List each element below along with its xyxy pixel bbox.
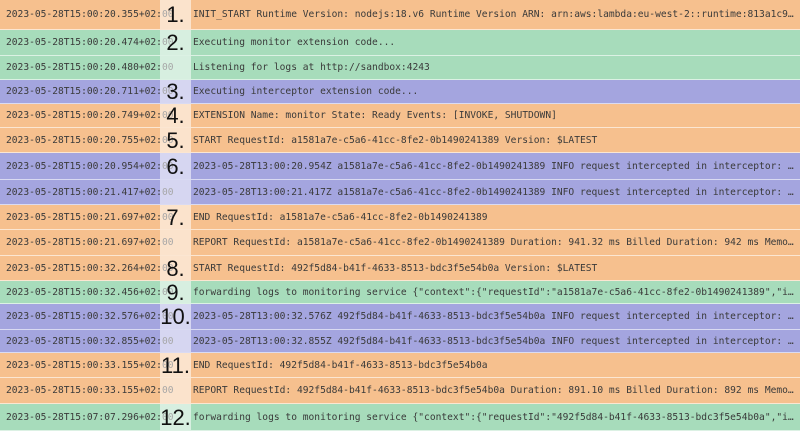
- log-row: 2023-05-28T15:00:32.576+02:00 2023-05-28T…: [0, 304, 800, 330]
- step-gutter: [160, 378, 191, 403]
- log-timestamp: 2023-05-28T15:07:07.296+02:00: [6, 411, 174, 423]
- step-number: 2.: [166, 30, 185, 55]
- log-message: START RequestId: 492f5d84-b41f-4633-8513…: [193, 262, 598, 274]
- log-timestamp: 2023-05-28T15:00:20.474+02:00: [6, 37, 174, 48]
- log-row: 2023-05-28T15:00:20.474+02:00 Executing m…: [0, 30, 800, 56]
- step-number: 5.: [166, 127, 185, 153]
- log-timestamp: 2023-05-28T15:00:20.749+02:00: [6, 110, 174, 121]
- step-gutter: [160, 56, 191, 79]
- log-message: 2023-05-28T13:00:32.855Z 492f5d84-b41f-4…: [193, 335, 800, 347]
- log-row: 2023-05-28T15:00:21.697+02:00 REPORT Requ…: [0, 230, 800, 256]
- step-number: 10.: [160, 304, 191, 329]
- log-message: Listening for logs at http://sandbox:424…: [193, 62, 430, 73]
- log-timestamp: 2023-05-28T15:00:20.954+02:00: [6, 160, 174, 172]
- log-timestamp: 2023-05-28T15:00:20.355+02:00: [6, 9, 174, 20]
- log-message: REPORT RequestId: a1581a7e-c5a6-41cc-8fe…: [193, 237, 800, 248]
- log-timestamp: 2023-05-28T15:00:21.697+02:00: [6, 237, 174, 248]
- log-message: forwarding logs to monitoring service {"…: [193, 286, 800, 298]
- log-row: 2023-05-28T15:00:21.417+02:00 2023-05-28T…: [0, 180, 800, 205]
- step-number: 3.: [166, 79, 185, 104]
- gutter-highlight: [160, 330, 191, 352]
- log-timestamp: 2023-05-28T15:00:20.480+02:00: [6, 62, 174, 73]
- log-row: 2023-05-28T15:00:20.711+02:00 Executing i…: [0, 80, 800, 104]
- log-row: 2023-05-28T15:00:20.480+02:00 Listening f…: [0, 56, 800, 80]
- log-row: 2023-05-28T15:00:20.755+02:00 START Reque…: [0, 128, 800, 153]
- log-row: 2023-05-28T15:00:33.155+02:00 REPORT Requ…: [0, 378, 800, 404]
- log-timestamp: 2023-05-28T15:00:32.456+02:00: [6, 286, 174, 298]
- log-timestamp: 2023-05-28T15:00:32.855+02:00: [6, 335, 174, 347]
- log-row: 2023-05-28T15:00:21.697+02:00 END Request…: [0, 205, 800, 230]
- log-message: 2023-05-28T13:00:32.576Z 492f5d84-b41f-4…: [193, 311, 800, 322]
- gutter-highlight: [160, 180, 191, 204]
- step-number: 11.: [161, 352, 190, 378]
- log-timestamp: 2023-05-28T15:00:20.711+02:00: [6, 86, 174, 97]
- log-message: Executing monitor extension code...: [193, 37, 396, 48]
- log-message: Executing interceptor extension code...: [193, 86, 419, 97]
- step-gutter: [160, 330, 191, 352]
- log-timestamp: 2023-05-28T15:00:21.417+02:00: [6, 186, 174, 198]
- log-timestamp: 2023-05-28T15:00:33.155+02:00: [6, 385, 174, 396]
- log-row: 2023-05-28T15:00:32.264+02:00 START Reque…: [0, 256, 800, 281]
- log-timestamp: 2023-05-28T15:00:21.697+02:00: [6, 211, 174, 223]
- log-message: END RequestId: a1581a7e-c5a6-41cc-8fe2-0…: [193, 211, 488, 223]
- log-row: 2023-05-28T15:00:32.855+02:00 2023-05-28T…: [0, 330, 800, 353]
- log-row: 2023-05-28T15:00:20.954+02:00 2023-05-28T…: [0, 153, 800, 180]
- log-message: INIT_START Runtime Version: nodejs:18.v6…: [193, 9, 800, 20]
- step-number: 4.: [166, 103, 185, 128]
- step-number: 6.: [166, 153, 185, 179]
- log-row: 2023-05-28T15:00:20.749+02:00 EXTENSION N…: [0, 104, 800, 128]
- log-message: START RequestId: a1581a7e-c5a6-41cc-8fe2…: [193, 134, 598, 146]
- gutter-highlight: [160, 56, 191, 79]
- log-viewer: 2023-05-28T15:00:20.355+02:00 INIT_START …: [0, 0, 800, 431]
- step-gutter: [160, 180, 191, 204]
- log-timestamp: 2023-05-28T15:00:33.155+02:00: [6, 359, 174, 371]
- log-row: 2023-05-28T15:00:20.355+02:00 INIT_START …: [0, 0, 800, 30]
- log-timestamp: 2023-05-28T15:00:32.576+02:00: [6, 311, 174, 322]
- log-message: forwarding logs to monitoring service {"…: [193, 411, 800, 423]
- log-row: 2023-05-28T15:07:07.296+02:00 forwarding …: [0, 404, 800, 431]
- gutter-highlight: [160, 378, 191, 403]
- log-timestamp: 2023-05-28T15:00:32.264+02:00: [6, 262, 174, 274]
- log-row: 2023-05-28T15:00:33.155+02:00 END Request…: [0, 353, 800, 378]
- log-message: REPORT RequestId: 492f5d84-b41f-4633-851…: [193, 385, 800, 396]
- log-message: EXTENSION Name: monitor State: Ready Eve…: [193, 110, 557, 121]
- step-number: 9.: [166, 279, 185, 305]
- log-message: 2023-05-28T13:00:20.954Z a1581a7e-c5a6-4…: [193, 160, 800, 172]
- step-number: 7.: [166, 204, 185, 230]
- step-number: 8.: [166, 255, 185, 281]
- step-gutter: [160, 230, 191, 255]
- log-timestamp: 2023-05-28T15:00:20.755+02:00: [6, 134, 174, 146]
- step-number: 1.: [166, 2, 185, 27]
- step-number: 12.: [160, 404, 191, 430]
- log-message: END RequestId: 492f5d84-b41f-4633-8513-b…: [193, 359, 488, 371]
- gutter-highlight: [160, 230, 191, 255]
- log-row: 2023-05-28T15:00:32.456+02:00 forwarding …: [0, 281, 800, 304]
- log-message: 2023-05-28T13:00:21.417Z a1581a7e-c5a6-4…: [193, 186, 800, 198]
